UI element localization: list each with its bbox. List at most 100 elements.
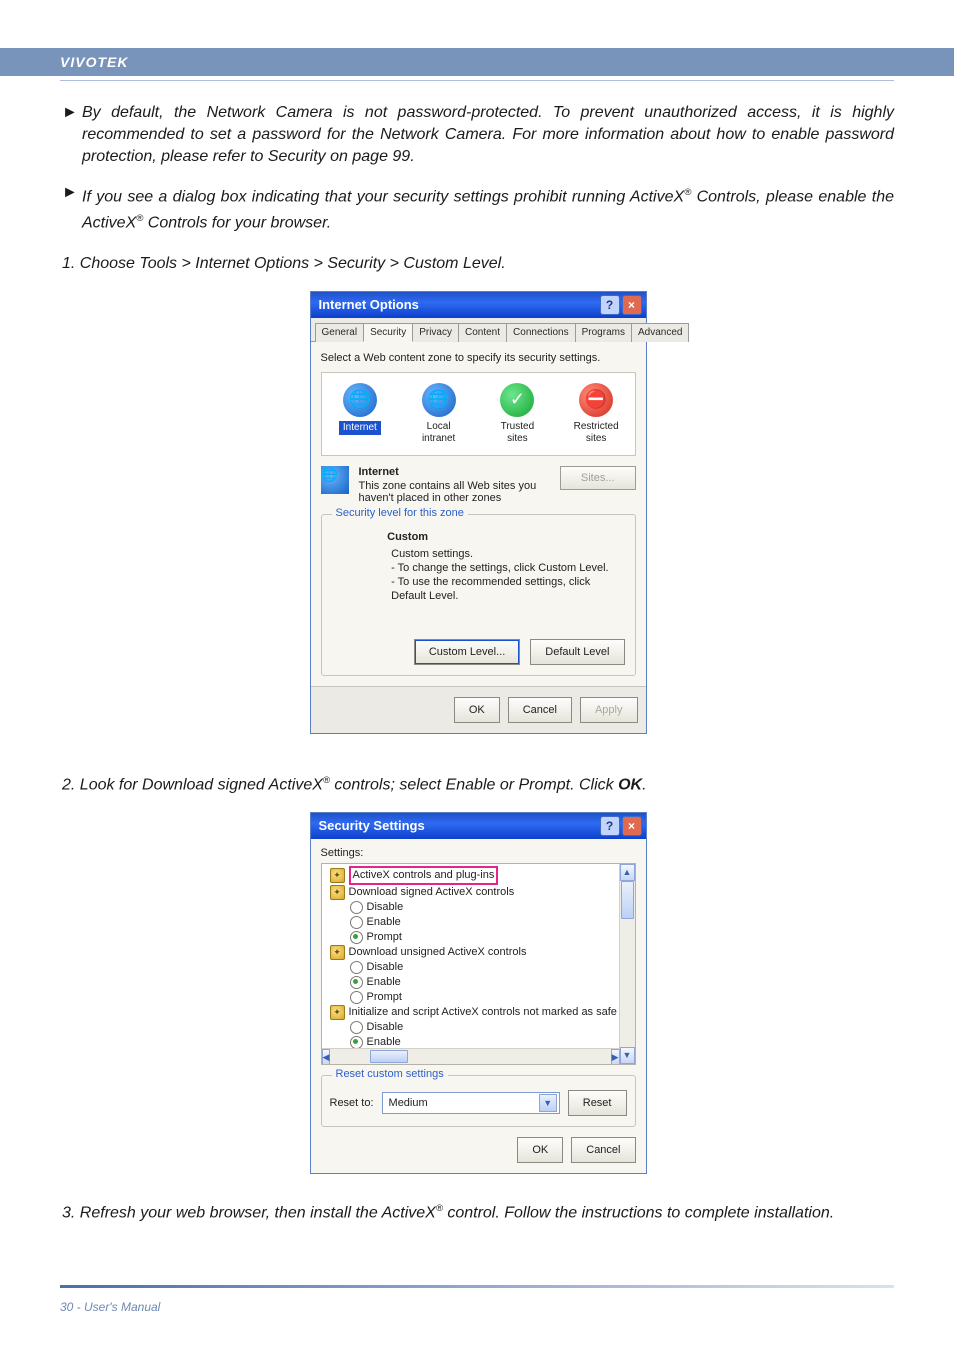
apply-button: Apply (580, 697, 638, 723)
reset-button[interactable]: Reset (568, 1090, 627, 1116)
step2-b: controls; select Enable or Prompt. Click (330, 776, 618, 793)
brand-name: VIVOTEK (60, 48, 128, 76)
tab-advanced[interactable]: Advanced (631, 323, 689, 342)
reset-group: Reset custom settings Reset to: Medium ▼… (321, 1075, 636, 1127)
custom-level-button[interactable]: Custom Level... (414, 639, 520, 665)
radio-icon[interactable] (350, 976, 363, 989)
zone-internet[interactable]: 🌐Internet (334, 383, 387, 445)
radio-icon[interactable] (350, 916, 363, 929)
io-tab-body: Select a Web content zone to specify its… (311, 342, 646, 686)
level-line1: Custom settings. (391, 547, 624, 561)
setting-group-label: Download signed ActiveX controls (349, 885, 515, 900)
setting-group[interactable]: ✦ActiveX controls and plug-ins (324, 866, 618, 885)
radio-option[interactable]: Disable (324, 1020, 618, 1035)
radio-icon[interactable] (350, 901, 363, 914)
reset-to-value: Medium (389, 1097, 428, 1109)
hscroll-thumb[interactable] (370, 1050, 408, 1063)
io-footer: OK Cancel Apply (311, 686, 646, 733)
radio-icon[interactable] (350, 991, 363, 1004)
level-line2: - To change the settings, click Custom L… (391, 561, 624, 575)
setting-group[interactable]: ✦ Download unsigned ActiveX controls (324, 945, 618, 960)
level-line3: - To use the recommended settings, click… (391, 575, 624, 603)
ss-titlebar[interactable]: Security Settings ? × (311, 813, 646, 839)
radio-label: Enable (367, 915, 401, 930)
zone-label: Local intranet (412, 421, 465, 445)
bullet-2: ► If you see a dialog box indicating tha… (62, 182, 894, 235)
ok-button[interactable]: OK (517, 1137, 563, 1163)
settings-list[interactable]: ✦ActiveX controls and plug-ins✦Download … (321, 863, 636, 1065)
zone-desc: Select a Web content zone to specify its… (321, 352, 636, 364)
reset-to-label: Reset to: (330, 1097, 374, 1109)
setting-group-label: Download unsigned ActiveX controls (349, 945, 527, 960)
globe-icon: 🌐 (422, 383, 456, 417)
radio-icon[interactable] (350, 961, 363, 974)
default-level-button[interactable]: Default Level (530, 639, 624, 665)
scroll-right-icon[interactable]: ▶ (611, 1049, 620, 1065)
restricted-icon: ⛔ (579, 383, 613, 417)
bullet-2-text: If you see a dialog box indicating that … (82, 182, 894, 235)
scroll-left-icon[interactable]: ◀ (322, 1049, 331, 1065)
zone-label: Trusted sites (491, 421, 544, 445)
radio-option[interactable]: Prompt (324, 930, 618, 945)
zone-restricted-sites[interactable]: ⛔Restricted sites (570, 383, 623, 445)
help-icon[interactable]: ? (600, 295, 620, 315)
radio-option[interactable]: Disable (324, 900, 618, 915)
tab-connections[interactable]: Connections (506, 323, 576, 342)
horizontal-scrollbar[interactable]: ◀ ▶ (322, 1048, 620, 1064)
chevron-down-icon[interactable]: ▼ (539, 1094, 557, 1112)
close-icon[interactable]: × (622, 816, 642, 836)
tab-content[interactable]: Content (458, 323, 507, 342)
gear-icon: ✦ (330, 1005, 345, 1020)
zone-info-title: Internet (359, 466, 550, 478)
radio-option[interactable]: Disable (324, 960, 618, 975)
scroll-thumb[interactable] (621, 881, 634, 919)
gear-icon: ✦ (330, 945, 345, 960)
cancel-button[interactable]: Cancel (508, 697, 572, 723)
tab-security[interactable]: Security (363, 323, 413, 342)
step3-b: control. Follow the instructions to comp… (443, 1204, 834, 1221)
reset-to-select[interactable]: Medium ▼ (382, 1092, 560, 1114)
setting-group-label: Initialize and script ActiveX controls n… (349, 1005, 617, 1020)
close-icon[interactable]: × (622, 295, 642, 315)
radio-icon[interactable] (350, 1021, 363, 1034)
radio-label: Disable (367, 960, 404, 975)
zone-trusted-sites[interactable]: ✓Trusted sites (491, 383, 544, 445)
reset-group-title: Reset custom settings (332, 1068, 448, 1080)
globe-icon: 🌐 (343, 383, 377, 417)
ss-title: Security Settings (319, 818, 425, 833)
tab-general[interactable]: General (315, 323, 365, 342)
internet-options-dialog: Internet Options ? × GeneralSecurityPriv… (310, 291, 647, 734)
step-2-text: 2. Look for Download signed ActiveX® con… (62, 770, 894, 796)
radio-label: Enable (367, 975, 401, 990)
bullet-2-segment-c: Controls for your browser. (143, 215, 331, 232)
help-icon[interactable]: ? (600, 816, 620, 836)
radio-label: Disable (367, 1020, 404, 1035)
zone-info-desc: This zone contains all Web sites you hav… (359, 480, 550, 504)
vertical-scrollbar[interactable]: ▲ ▼ (619, 864, 635, 1064)
step2-a: 2. Look for Download signed ActiveX (62, 776, 323, 793)
scroll-up-icon[interactable]: ▲ (620, 864, 635, 881)
setting-group[interactable]: ✦ Initialize and script ActiveX controls … (324, 1005, 618, 1020)
bullet-2-segment-a: If you see a dialog box indicating that … (82, 188, 684, 205)
bullet-mark-icon: ► (62, 182, 82, 235)
radio-icon[interactable] (350, 931, 363, 944)
radio-option[interactable]: Enable (324, 975, 618, 990)
header-divider (60, 80, 894, 81)
step-1-text: 1. Choose Tools > Internet Options > Sec… (62, 253, 894, 275)
io-titlebar[interactable]: Internet Options ? × (311, 292, 646, 318)
tab-programs[interactable]: Programs (575, 323, 632, 342)
tab-privacy[interactable]: Privacy (412, 323, 459, 342)
io-tab-strip: GeneralSecurityPrivacyContentConnections… (311, 318, 646, 342)
zone-selector[interactable]: 🌐Internet🌐Local intranet✓Trusted sites⛔R… (321, 372, 636, 456)
zone-info: 🌐 Internet This zone contains all Web si… (321, 466, 636, 504)
ok-button[interactable]: OK (454, 697, 500, 723)
bullet-mark-icon: ► (62, 102, 82, 168)
security-level-group-title: Security level for this zone (332, 507, 468, 519)
setting-group[interactable]: ✦Download signed ActiveX controls (324, 885, 618, 900)
step2-ok: OK (618, 776, 642, 793)
radio-option[interactable]: Enable (324, 915, 618, 930)
zone-local-intranet[interactable]: 🌐 Local intranet (412, 383, 465, 445)
cancel-button[interactable]: Cancel (571, 1137, 635, 1163)
scroll-down-icon[interactable]: ▼ (620, 1047, 635, 1064)
radio-option[interactable]: Prompt (324, 990, 618, 1005)
